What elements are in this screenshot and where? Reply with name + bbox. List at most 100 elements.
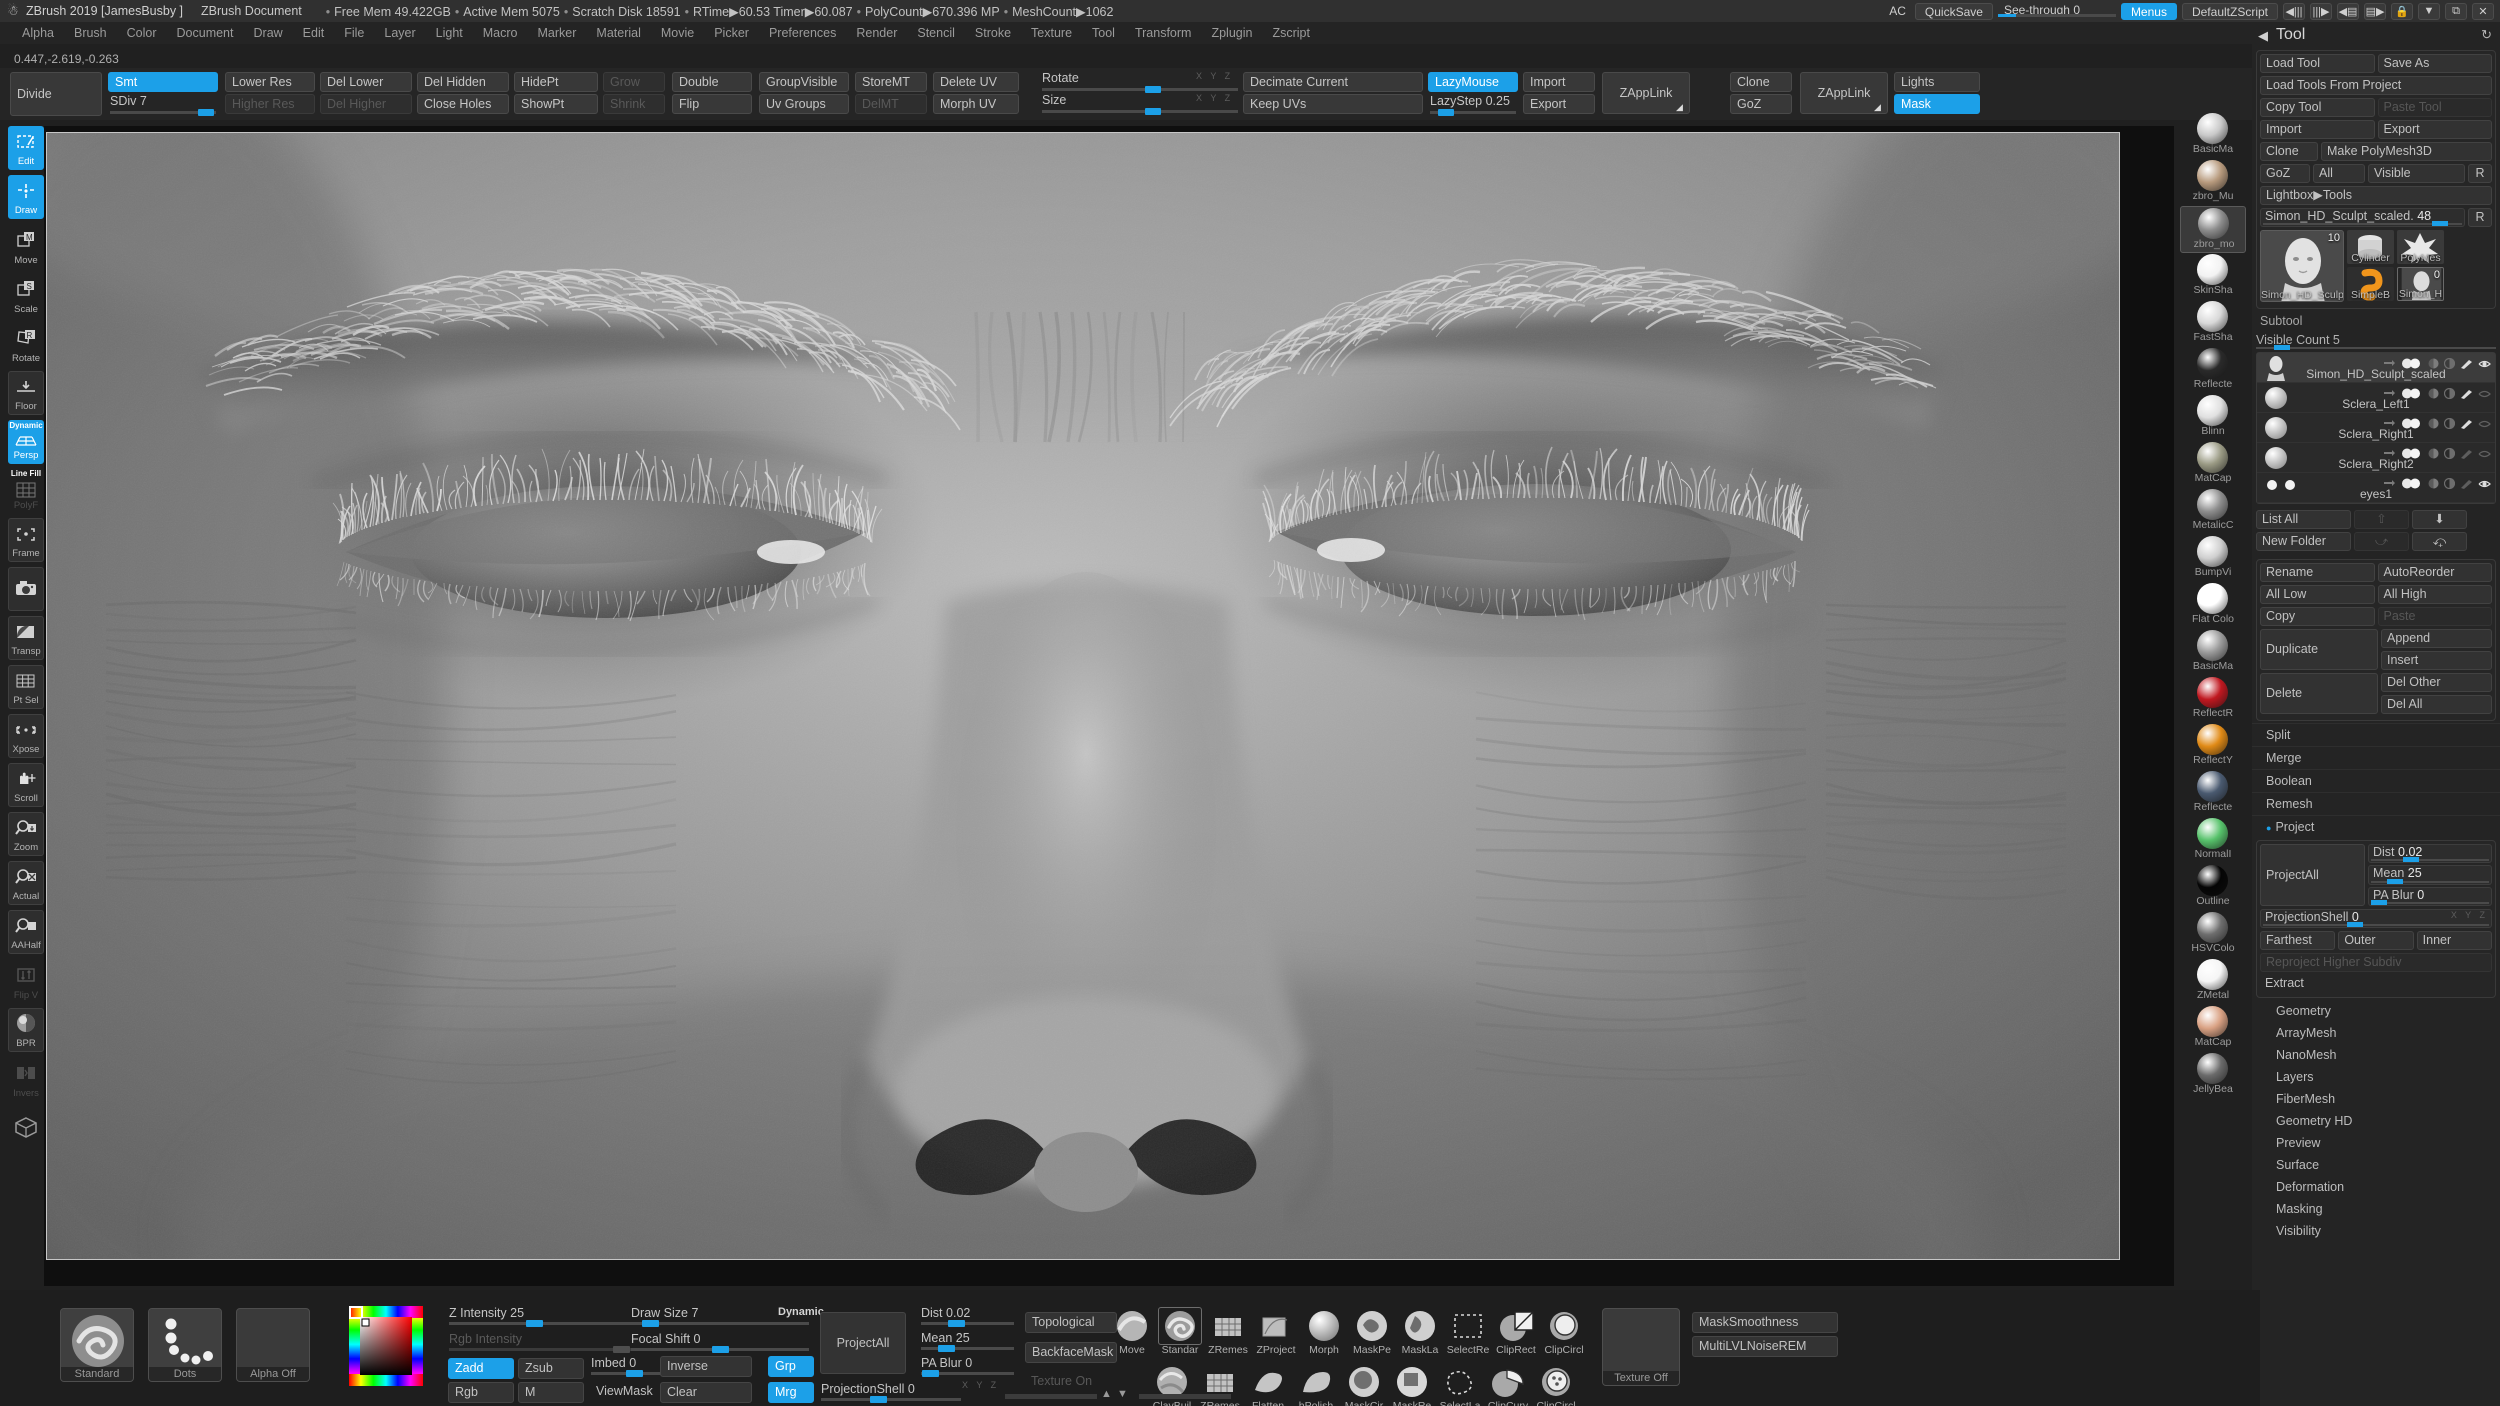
material-reflecte[interactable]: Reflecte [2180,770,2246,817]
divide-button[interactable]: Divide [10,72,102,116]
section-merge[interactable]: Merge [2252,746,2500,769]
palette-section-preview[interactable]: Preview [2252,1132,2500,1154]
tool-invers[interactable]: Invers [8,1057,44,1101]
del-hidden-button[interactable]: Del Hidden [417,72,509,92]
scroll-bar-right[interactable] [1139,1394,1231,1399]
rgb-intensity-knob[interactable] [613,1346,630,1353]
delmt-button[interactable]: DelMT [855,94,927,114]
lower-res-button[interactable]: Lower Res [225,72,315,92]
brush-clipcurv[interactable]: ClipCurv [1486,1364,1530,1406]
material-matcap[interactable]: MatCap [2180,441,2246,488]
rename-button[interactable]: Rename [2260,563,2375,582]
current-brush-tile[interactable]: Standard [60,1308,134,1382]
import-button[interactable]: Import [1523,72,1595,92]
del-higher-button[interactable]: Del Higher [320,94,412,114]
bottom-scroll-handle[interactable]: ▲ ▼ [1005,1390,1255,1402]
menu-item-zplugin[interactable]: Zplugin [1201,23,1262,43]
lazystep-knob[interactable] [1438,109,1454,116]
bottom-mean-slider[interactable]: Mean 25 [920,1331,1015,1353]
tool-thumb-simon-h[interactable]: 0 Simon_H [2397,267,2444,301]
clear-button[interactable]: Clear [660,1382,752,1403]
current-alpha-tile[interactable]: Alpha Off [236,1308,310,1382]
menu-item-picker[interactable]: Picker [704,23,759,43]
tool-edit[interactable]: Edit [8,126,44,170]
tool-thumb-cylinder[interactable]: Cylinder [2347,230,2394,264]
quicksave-button[interactable]: QuickSave [1915,3,1993,20]
menu-item-stroke[interactable]: Stroke [965,23,1021,43]
subtool-section-header[interactable]: Subtool [2252,311,2500,331]
lazystep-slider[interactable]: LazyStep 0.25 [1428,94,1518,116]
subtool-row[interactable]: eyes1 [2257,473,2495,503]
menu-item-document[interactable]: Document [167,23,244,43]
brush-zproject[interactable]: ZProject [1254,1308,1298,1360]
palette-section-surface[interactable]: Surface [2252,1154,2500,1176]
tool-import-button[interactable]: Import [2260,120,2375,139]
mrg-toggle[interactable]: Mrg [768,1382,814,1403]
texture-tile[interactable]: Texture Off [1602,1308,1680,1386]
projection-shell-knob[interactable] [2347,922,2363,927]
brush-standar[interactable]: Standar [1158,1308,1202,1360]
tool-persp[interactable]: Dynamic Persp [8,420,44,464]
menu-item-color[interactable]: Color [117,23,167,43]
scroll-bar-left[interactable] [1005,1394,1097,1399]
tool-clone-button[interactable]: Clone [2260,142,2318,161]
goz-r-button[interactable]: R [2468,164,2492,183]
menu-item-file[interactable]: File [334,23,374,43]
menu-item-movie[interactable]: Movie [651,23,704,43]
smt-toggle[interactable]: Smt [108,72,218,92]
rgb-toggle[interactable]: Rgb [448,1382,514,1403]
menu-item-texture[interactable]: Texture [1021,23,1082,43]
tool-goz-button[interactable]: GoZ [2260,164,2310,183]
brush-maskla[interactable]: MaskLa [1398,1308,1442,1360]
material-outline[interactable]: Outline [2180,864,2246,911]
project-all-button[interactable]: ProjectAll [2260,844,2365,906]
material-hsvcolo[interactable]: HSVColo [2180,911,2246,958]
visible-count-slider[interactable]: Visible Count 5 [2256,331,2496,349]
tool-aahalf[interactable]: AAHalf [8,910,44,954]
brush-hpolish[interactable]: hPolish [1294,1364,1338,1406]
clone-button[interactable]: Clone [1730,72,1792,92]
brush-maskpe[interactable]: MaskPe [1350,1308,1394,1360]
palette-section-geometry-hd[interactable]: Geometry HD [2252,1110,2500,1132]
tool-transp[interactable]: Transp [8,616,44,660]
decimate-current-button[interactable]: Decimate Current [1243,72,1423,92]
brush-row-1[interactable]: Move Standar ZRemes ZProject Morph MaskPe Mask… [1110,1308,1586,1360]
tool-frame[interactable]: Frame [8,518,44,562]
delete-button[interactable]: Delete [2260,673,2378,714]
tray-right-icon[interactable]: |||▶ [2310,3,2332,20]
auto-reorder-button[interactable]: AutoReorder [2378,563,2493,582]
menu-item-preferences[interactable]: Preferences [759,23,846,43]
palette-section-deformation[interactable]: Deformation [2252,1176,2500,1198]
load-tool-button[interactable]: Load Tool [2260,54,2375,73]
del-all-button[interactable]: Del All [2381,695,2492,714]
del-lower-button[interactable]: Del Lower [320,72,412,92]
material-zbro-mo[interactable]: zbro_mo [2180,206,2246,253]
arrow-out-icon[interactable]: ⤻ [2354,532,2409,551]
arrow-up-icon[interactable]: ⇧ [2354,510,2409,529]
brush-maskcir[interactable]: MaskCir [1342,1364,1386,1406]
current-tool-knob[interactable] [2432,221,2448,226]
uv-groups-button[interactable]: Uv Groups [759,94,849,114]
reproject-higher-subdiv-button[interactable]: Reproject Higher Subdiv [2260,953,2492,972]
subtool-row[interactable]: Simon_HD_Sculpt_scaled [2257,353,2495,383]
material-reflecty[interactable]: ReflectY [2180,723,2246,770]
tool-pt-sel[interactable]: Pt Sel [8,665,44,709]
tool-draw[interactable]: Draw [8,175,44,219]
material-skinsha[interactable]: SkinSha [2180,253,2246,300]
focal-shift-slider[interactable]: Focal Shift 0 [630,1332,810,1354]
outer-button[interactable]: Outer [2338,931,2413,950]
tool-scroll[interactable]: Scroll [8,763,44,807]
menu-item-layer[interactable]: Layer [374,23,425,43]
brush-selectre[interactable]: SelectRe [1446,1308,1490,1360]
morph-uv-button[interactable]: Morph UV [933,94,1019,114]
extract-button[interactable]: Extract [2260,975,2492,994]
goz-all-button[interactable]: All [2313,164,2365,183]
viewport-3d[interactable] [46,132,2120,1260]
menu-item-tool[interactable]: Tool [1082,23,1125,43]
section-remesh[interactable]: Remesh [2252,792,2500,815]
palette-section-nanomesh[interactable]: NanoMesh [2252,1044,2500,1066]
goz-button[interactable]: GoZ [1730,94,1792,114]
material-blinn[interactable]: Blinn [2180,394,2246,441]
hidept-button[interactable]: HidePt [514,72,598,92]
material-metalicc[interactable]: MetalicC [2180,488,2246,535]
